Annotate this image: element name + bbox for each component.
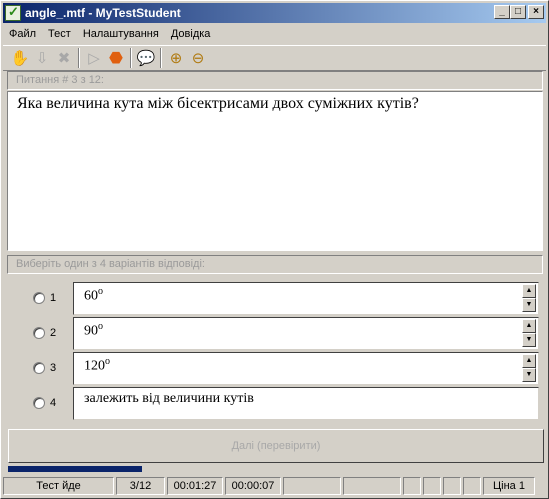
next-check-button[interactable]: Далі (перевірити): [8, 429, 544, 463]
status-empty-cell: [443, 477, 461, 495]
answer-option[interactable]: 4 залежить від величини кутів: [7, 385, 543, 420]
status-total-time: 00:01:27: [167, 477, 223, 495]
zoom-out-icon[interactable]: ⊖: [187, 47, 209, 69]
speech-bubble-icon[interactable]: 💬: [135, 47, 157, 69]
progress-bar: [8, 466, 544, 474]
close-button[interactable]: ×: [528, 5, 544, 19]
app-checkmark-icon: [5, 4, 21, 21]
answer-scrollbar[interactable]: ▲ ▼: [522, 354, 536, 383]
status-empty-cell: [403, 477, 421, 495]
answer-option[interactable]: 3 120o ▲ ▼: [7, 350, 543, 385]
status-empty-cell: [283, 477, 341, 495]
answers-header: Виберіть один з 4 варіантів відповіді:: [7, 255, 543, 274]
scroll-down-icon[interactable]: ▼: [522, 333, 536, 347]
status-state: Тест йде: [3, 477, 114, 495]
menu-help[interactable]: Довідка: [165, 28, 217, 40]
answer-text-box[interactable]: 120o ▲ ▼: [73, 352, 539, 385]
question-header: Питання # 3 з 12:: [7, 71, 543, 90]
scroll-up-icon[interactable]: ▲: [522, 354, 536, 368]
menu-file[interactable]: Файл: [3, 28, 42, 40]
status-empty-cell: [463, 477, 481, 495]
app-window: angle_.mtf - MyTestStudent _ □ × Файл Те…: [0, 0, 549, 499]
answer-option[interactable]: 1 60o ▲ ▼: [7, 280, 543, 315]
hand-icon[interactable]: ✋: [9, 47, 31, 69]
zoom-in-icon[interactable]: ⊕: [165, 47, 187, 69]
answer-text: 120o: [84, 356, 110, 374]
answer-number: 2: [50, 327, 57, 339]
window-title: angle_.mtf - MyTestStudent: [25, 6, 181, 20]
answer-number: 3: [50, 362, 57, 374]
answer-scrollbar[interactable]: ▲ ▼: [522, 284, 536, 313]
minimize-button[interactable]: _: [494, 5, 510, 19]
menu-test[interactable]: Тест: [42, 28, 77, 40]
scroll-up-icon[interactable]: ▲: [522, 284, 536, 298]
answer-radio[interactable]: [33, 292, 45, 304]
scroll-up-icon[interactable]: ▲: [522, 319, 536, 333]
status-question-counter: 3/12: [116, 477, 165, 495]
play-icon[interactable]: ▷: [83, 47, 105, 69]
answer-text: 60o: [84, 286, 103, 304]
answer-text: 90o: [84, 321, 103, 339]
answer-text-box[interactable]: 90o ▲ ▼: [73, 317, 539, 350]
answer-text: залежить від величини кутів: [84, 391, 254, 406]
progress-fill: [8, 466, 142, 472]
answer-scrollbar[interactable]: ▲ ▼: [522, 319, 536, 348]
question-text: Яка величина кута між бісектрисами двох …: [17, 95, 419, 112]
menu-settings[interactable]: Налаштування: [77, 28, 165, 40]
toolbar: ✋ ⇩ ✖ ▷ ⬣ 💬 ⊕ ⊖: [3, 45, 546, 71]
cross-icon[interactable]: ✖: [53, 47, 75, 69]
answer-radio[interactable]: [33, 327, 45, 339]
status-empty-cell: [343, 477, 401, 495]
title-bar[interactable]: angle_.mtf - MyTestStudent _ □ ×: [3, 3, 546, 23]
status-empty-cell: [423, 477, 441, 495]
status-price: Ціна 1: [483, 477, 535, 495]
window-controls: _ □ ×: [494, 5, 544, 19]
answers-panel: 1 60o ▲ ▼ 2 90o ▲ ▼ 3 120o ▲ ▼ 4 залежит…: [7, 276, 543, 422]
stop-icon[interactable]: ⬣: [105, 47, 127, 69]
answer-radio[interactable]: [33, 397, 45, 409]
status-bar: Тест йде 3/12 00:01:27 00:00:07 Ціна 1: [3, 477, 546, 497]
menu-bar: Файл Тест Налаштування Довідка: [3, 25, 546, 43]
maximize-button[interactable]: □: [510, 5, 526, 19]
answer-radio[interactable]: [33, 362, 45, 374]
answer-number: 1: [50, 292, 57, 304]
arrow-down-icon[interactable]: ⇩: [31, 47, 53, 69]
answer-text-box[interactable]: 60o ▲ ▼: [73, 282, 539, 315]
toolbar-separator: [130, 48, 132, 68]
status-question-time: 00:00:07: [225, 477, 281, 495]
answer-number: 4: [50, 397, 57, 409]
scroll-down-icon[interactable]: ▼: [522, 368, 536, 382]
answer-text-box[interactable]: залежить від величини кутів: [73, 387, 539, 420]
toolbar-separator: [78, 48, 80, 68]
scroll-down-icon[interactable]: ▼: [522, 298, 536, 312]
answer-option[interactable]: 2 90o ▲ ▼: [7, 315, 543, 350]
question-panel: Яка величина кута між бісектрисами двох …: [7, 91, 543, 251]
toolbar-separator: [160, 48, 162, 68]
